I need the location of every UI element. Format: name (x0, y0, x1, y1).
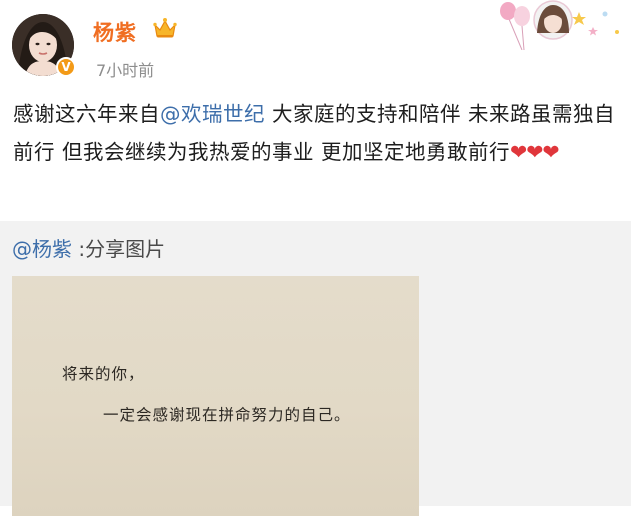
repost-area[interactable]: @杨紫 :分享图片 将来的你， 一定会感谢现在拼命努力的自己。 (0, 221, 631, 516)
shared-image[interactable]: 将来的你， 一定会感谢现在拼命努力的自己。 (12, 276, 419, 516)
quote-line-2: 一定会感谢现在拼命努力的自己。 (103, 406, 351, 424)
balloon-card-decoration-icon (500, 0, 619, 50)
post-text-before: 感谢这六年来自 (13, 102, 160, 126)
verified-badge-icon: V (56, 57, 76, 77)
heart-emoji-icons: ❤❤❤ (510, 140, 560, 164)
quote-line-1: 将来的你， (62, 365, 145, 383)
repost-author-mention[interactable]: @杨紫 (12, 237, 72, 261)
post-header: V 杨紫 7小时前 (0, 0, 631, 92)
post-timestamp: 7小时前 (96, 61, 155, 80)
repost-header: @杨紫 :分享图片 (12, 233, 165, 262)
crown-icon[interactable] (152, 16, 178, 40)
author-name[interactable]: 杨紫 (93, 17, 137, 47)
repost-caption: :分享图片 (72, 237, 166, 261)
mention-link[interactable]: @欢瑞世纪 (160, 102, 265, 126)
post-text: 感谢这六年来自@欢瑞世纪 大家庭的支持和陪伴 未来路虽需独自前行 但我会继续为我… (13, 95, 623, 171)
